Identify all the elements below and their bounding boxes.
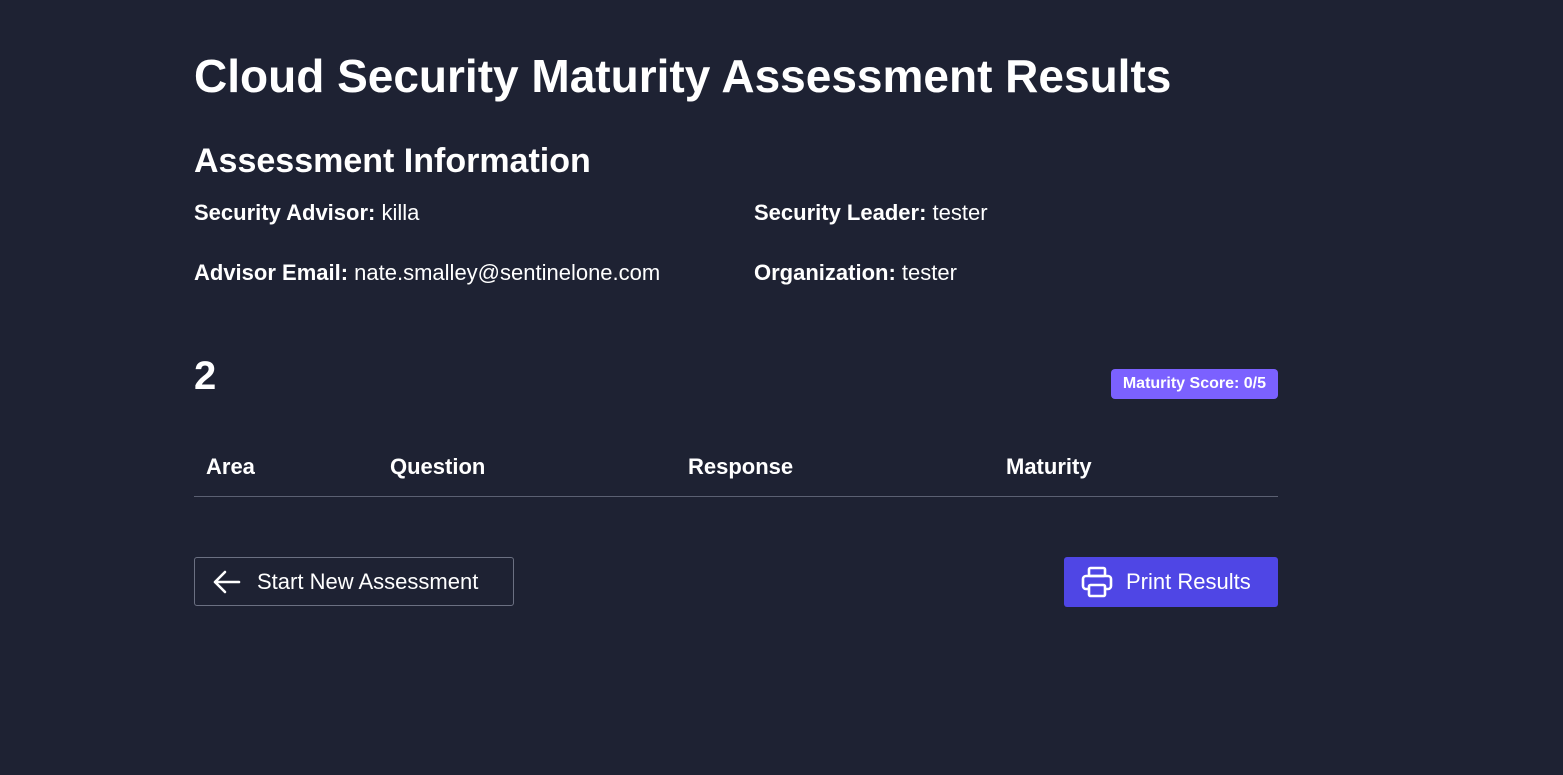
advisor-email-field: Advisor Email: nate.smalley@sentinelone.… — [194, 259, 660, 287]
security-leader-value: tester — [932, 200, 988, 225]
organization-field: Organization: tester — [754, 259, 957, 287]
arrow-left-icon — [211, 569, 241, 595]
column-header-area: Area — [206, 454, 255, 479]
results-table-header: Area Question Response Maturity — [194, 448, 1278, 497]
security-leader-label: Security Leader: — [754, 200, 927, 225]
organization-label: Organization: — [754, 260, 896, 285]
security-advisor-label: Security Advisor: — [194, 200, 376, 225]
print-results-button[interactable]: Print Results — [1064, 557, 1278, 607]
section-number: 2 — [194, 354, 217, 398]
organization-value: tester — [901, 260, 957, 285]
page-title: Cloud Security Maturity Assessment Resul… — [194, 50, 1172, 102]
column-header-maturity: Maturity — [1006, 454, 1092, 479]
print-results-label: Print Results — [1126, 569, 1251, 594]
advisor-email-label: Advisor Email: — [194, 260, 349, 285]
column-header-question: Question — [390, 454, 486, 479]
security-advisor-value: killa — [381, 200, 420, 225]
advisor-email-value: nate.smalley@sentinelone.com — [354, 260, 661, 285]
start-new-assessment-button[interactable]: Start New Assessment — [194, 557, 514, 606]
security-leader-field: Security Leader: tester — [754, 199, 988, 227]
column-header-response: Response — [688, 454, 794, 479]
maturity-score-badge: Maturity Score: 0/5 — [1110, 369, 1278, 399]
security-advisor-field: Security Advisor: killa — [194, 199, 419, 227]
assessment-info-heading: Assessment Information — [194, 142, 591, 180]
start-new-assessment-label: Start New Assessment — [257, 568, 479, 594]
printer-icon — [1080, 565, 1114, 599]
